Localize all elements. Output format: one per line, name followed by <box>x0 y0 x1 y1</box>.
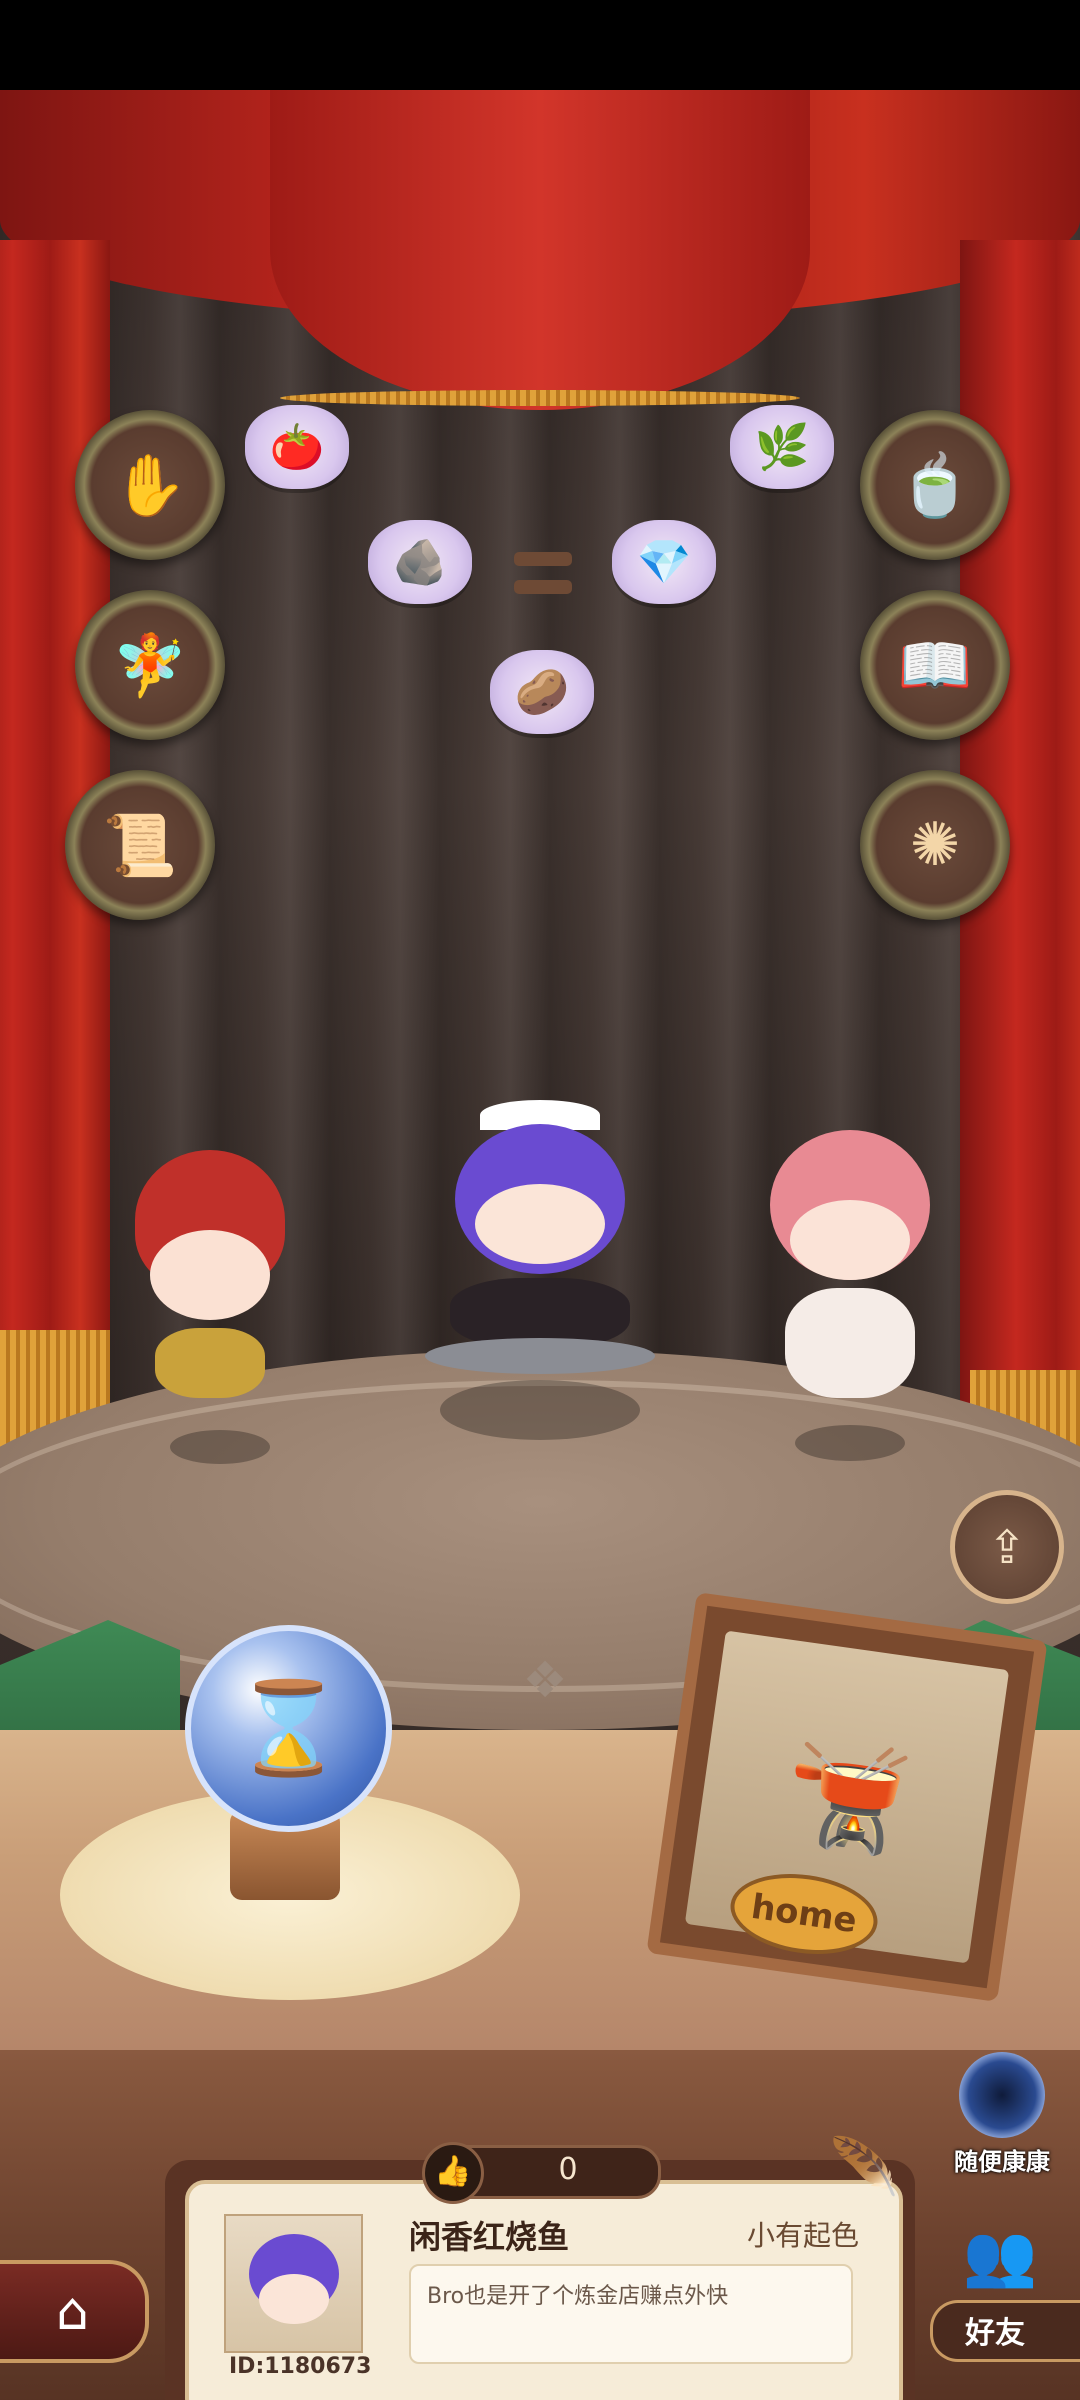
hourglass-orb-button[interactable]: ⌛ <box>185 1625 392 1832</box>
player-title: 小有起色 <box>746 2219 859 2252</box>
tomato-icon: 🍅 <box>269 422 325 473</box>
rubble-icon: 🥔 <box>514 667 570 718</box>
home-icon: ⌂ <box>55 2281 89 2342</box>
herb-item[interactable]: 🌿 <box>730 405 834 489</box>
ore-icon: 🪨 <box>392 537 448 588</box>
player-id: ID:1180673 <box>229 2354 372 2379</box>
share-icon: ⇪ <box>987 1520 1027 1574</box>
friends-button[interactable]: 👥 好友 <box>930 2220 1080 2362</box>
home-sign-label: home <box>748 1886 860 1942</box>
random-visit-label: 随便康康 <box>954 2148 1050 2176</box>
left-badge-2[interactable]: 🧚 <box>75 590 225 740</box>
ornament-icon: ✺ <box>909 810 961 880</box>
friends-label: 好友 <box>965 2316 1025 2351</box>
hourglass-icon: ⌛ <box>232 1676 345 1781</box>
fairy-icon: 🧚 <box>112 630 188 701</box>
player-motto: Bro也是开了个炼金店赚点外快 <box>427 2284 729 2309</box>
herb-icon: 🌿 <box>754 422 810 473</box>
rubble-item[interactable]: 🥔 <box>490 650 594 734</box>
hand-plant-icon: ✋ <box>112 450 188 521</box>
right-badge-1[interactable]: 🍵 <box>860 410 1010 560</box>
portal-icon <box>959 2052 1045 2138</box>
cauldron-icon: 🍵 <box>897 450 973 521</box>
top-curtain-fringe <box>280 390 800 406</box>
likes-pill[interactable]: 👍 0 <box>422 2142 661 2204</box>
center-ornament: ❖ <box>522 1651 568 1709</box>
friends-icon: 👥 <box>962 2221 1038 2291</box>
character-maid[interactable] <box>420 1100 660 1400</box>
equals-sign <box>514 552 572 594</box>
player-avatar[interactable] <box>224 2214 363 2353</box>
like-icon: 👍 <box>422 2142 484 2204</box>
character-pink-hair[interactable] <box>750 1130 950 1420</box>
home-button[interactable]: ⌂ <box>0 2260 149 2363</box>
char-right-shadow <box>795 1425 905 1461</box>
game-stage: ✋ 🧚 📜 🍵 📖 ✺ 🍅 🌿 🪨 💎 🥔 ⇪ ❖ ⌛ 🫕 home 随便康康 … <box>0 90 1080 2400</box>
left-badge-1[interactable]: ✋ <box>75 410 225 560</box>
left-badge-3[interactable]: 📜 <box>65 770 215 920</box>
player-card[interactable]: ID:1180673 闲香红烧鱼 小有起色 Bro也是开了个炼金店赚点外快 🪶 <box>185 2135 903 2400</box>
top-curtain-center <box>270 90 810 410</box>
share-button[interactable]: ⇪ <box>950 1490 1064 1604</box>
likes-count: 0 <box>558 2152 578 2187</box>
ore-item[interactable]: 🪨 <box>368 520 472 604</box>
player-motto-box[interactable]: Bro也是开了个炼金店赚点外快 <box>409 2264 853 2364</box>
player-name: 闲香红烧鱼 <box>409 2218 570 2256</box>
book-icon: 📖 <box>897 630 973 701</box>
right-badge-2[interactable]: 📖 <box>860 590 1010 740</box>
tomato-item[interactable]: 🍅 <box>245 405 349 489</box>
char-left-shadow <box>170 1430 270 1464</box>
right-badge-3[interactable]: ✺ <box>860 770 1010 920</box>
cauldron-picture-icon: 🫕 <box>777 1729 917 1864</box>
gem-icon: 💎 <box>636 537 692 588</box>
quill-icon[interactable]: 🪶 <box>829 2134 899 2200</box>
scroll-icon: 📜 <box>102 810 178 881</box>
character-red-hair[interactable] <box>100 1150 320 1420</box>
gem-item[interactable]: 💎 <box>612 520 716 604</box>
random-visit-button[interactable]: 随便康康 <box>942 2052 1062 2176</box>
